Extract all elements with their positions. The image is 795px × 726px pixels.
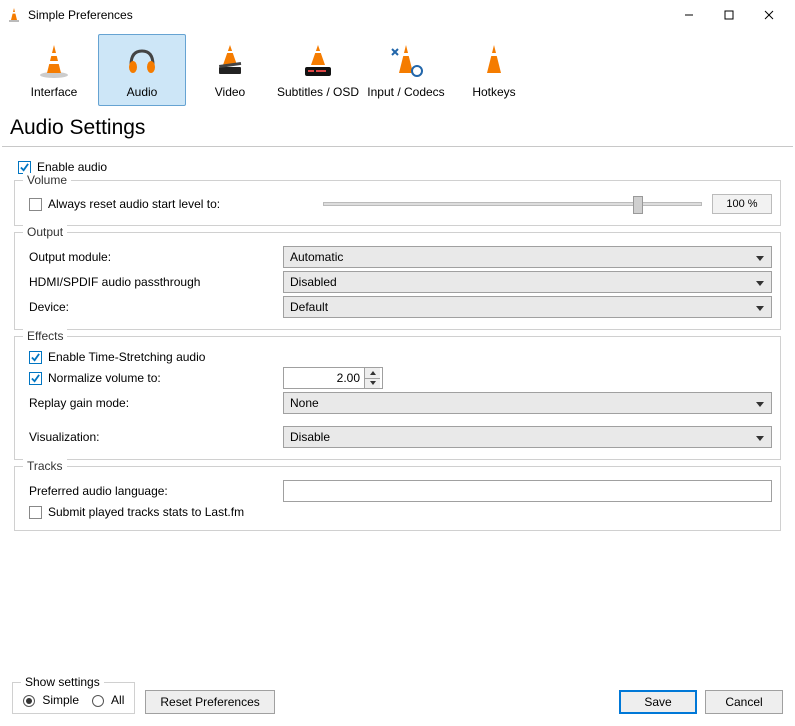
chevron-down-icon [755,302,765,312]
volume-slider-thumb[interactable] [633,196,643,214]
lastfm-label: Submit played tracks stats to Last.fm [48,505,244,519]
output-legend: Output [23,225,67,239]
enable-audio-checkbox[interactable] [18,161,31,174]
chevron-down-icon [755,432,765,442]
effects-legend: Effects [23,329,67,343]
window-title: Simple Preferences [28,8,669,22]
reset-preferences-button[interactable]: Reset Preferences [145,690,274,714]
clapperboard-icon [210,41,250,81]
chevron-down-icon [755,252,765,262]
lastfm-checkbox[interactable] [29,506,42,519]
tab-input-label: Input / Codecs [367,85,444,99]
save-button[interactable]: Save [619,690,697,714]
page-title: Audio Settings [0,108,795,146]
normalize-checkbox[interactable] [29,372,42,385]
minimize-button[interactable] [669,2,709,28]
titlebar: Simple Preferences [0,0,795,30]
spinner-up[interactable] [365,368,380,379]
codec-icon [386,41,426,81]
radio-simple-label: Simple [42,693,79,707]
device-select[interactable]: Default [283,296,772,318]
device-label: Device: [29,300,69,314]
passthrough-label: HDMI/SPDIF audio passthrough [29,275,200,289]
chevron-down-icon [755,398,765,408]
window-controls [669,2,789,28]
tab-video[interactable]: Video [186,34,274,106]
preferred-lang-label: Preferred audio language: [29,484,168,498]
footer: Show settings Simple All Reset Preferenc… [12,682,783,714]
replaygain-select[interactable]: None [283,392,772,414]
tab-interface-label: Interface [31,85,78,99]
hotkey-icon [474,41,514,81]
settings-content: Enable audio Volume Always reset audio s… [0,147,795,531]
output-module-label: Output module: [29,250,111,264]
cone-icon [34,41,74,81]
radio-simple[interactable] [23,695,35,707]
volume-legend: Volume [23,173,71,187]
passthrough-select[interactable]: Disabled [283,271,772,293]
volume-readout: 100 % [712,194,772,214]
timestretch-checkbox[interactable] [29,351,42,364]
visualization-select[interactable]: Disable [283,426,772,448]
tracks-group: Tracks Preferred audio language: Submit … [14,466,781,531]
tab-hotkeys[interactable]: Hotkeys [450,34,538,106]
tab-audio[interactable]: Audio [98,34,186,106]
normalize-spinner[interactable] [283,367,383,389]
volume-group: Volume Always reset audio start level to… [14,180,781,226]
reset-volume-label: Always reset audio start level to: [48,197,220,211]
output-group: Output Output module: Automatic HDMI/SPD… [14,232,781,330]
tab-subtitles[interactable]: Subtitles / OSD [274,34,362,106]
tab-video-label: Video [215,85,245,99]
chevron-down-icon [755,277,765,287]
tab-interface[interactable]: Interface [10,34,98,106]
tab-hotkeys-label: Hotkeys [472,85,515,99]
visualization-label: Visualization: [29,430,100,444]
volume-slider[interactable] [323,202,702,206]
normalize-label: Normalize volume to: [48,371,161,385]
preferred-lang-input[interactable] [283,480,772,502]
reset-volume-checkbox[interactable] [29,198,42,211]
subtitle-icon [298,41,338,81]
radio-all[interactable] [92,695,104,707]
tab-input-codecs[interactable]: Input / Codecs [362,34,450,106]
replaygain-label: Replay gain mode: [29,396,129,410]
category-tabs: Interface Audio Video Subtitles / OSD In… [0,30,795,108]
normalize-value[interactable] [284,371,364,385]
app-icon [6,7,22,23]
show-settings-legend: Show settings [21,675,104,689]
tab-audio-label: Audio [127,85,158,99]
radio-all-label: All [111,693,124,707]
spinner-down[interactable] [365,379,380,389]
output-module-select[interactable]: Automatic [283,246,772,268]
maximize-button[interactable] [709,2,749,28]
enable-audio-label: Enable audio [37,160,107,174]
tab-subtitles-label: Subtitles / OSD [277,85,359,99]
headphones-icon [122,41,162,81]
cancel-button[interactable]: Cancel [705,690,783,714]
tracks-legend: Tracks [23,459,67,473]
timestretch-label: Enable Time-Stretching audio [48,350,205,364]
close-button[interactable] [749,2,789,28]
effects-group: Effects Enable Time-Stretching audio Nor… [14,336,781,460]
show-settings-group: Show settings Simple All [12,682,135,714]
